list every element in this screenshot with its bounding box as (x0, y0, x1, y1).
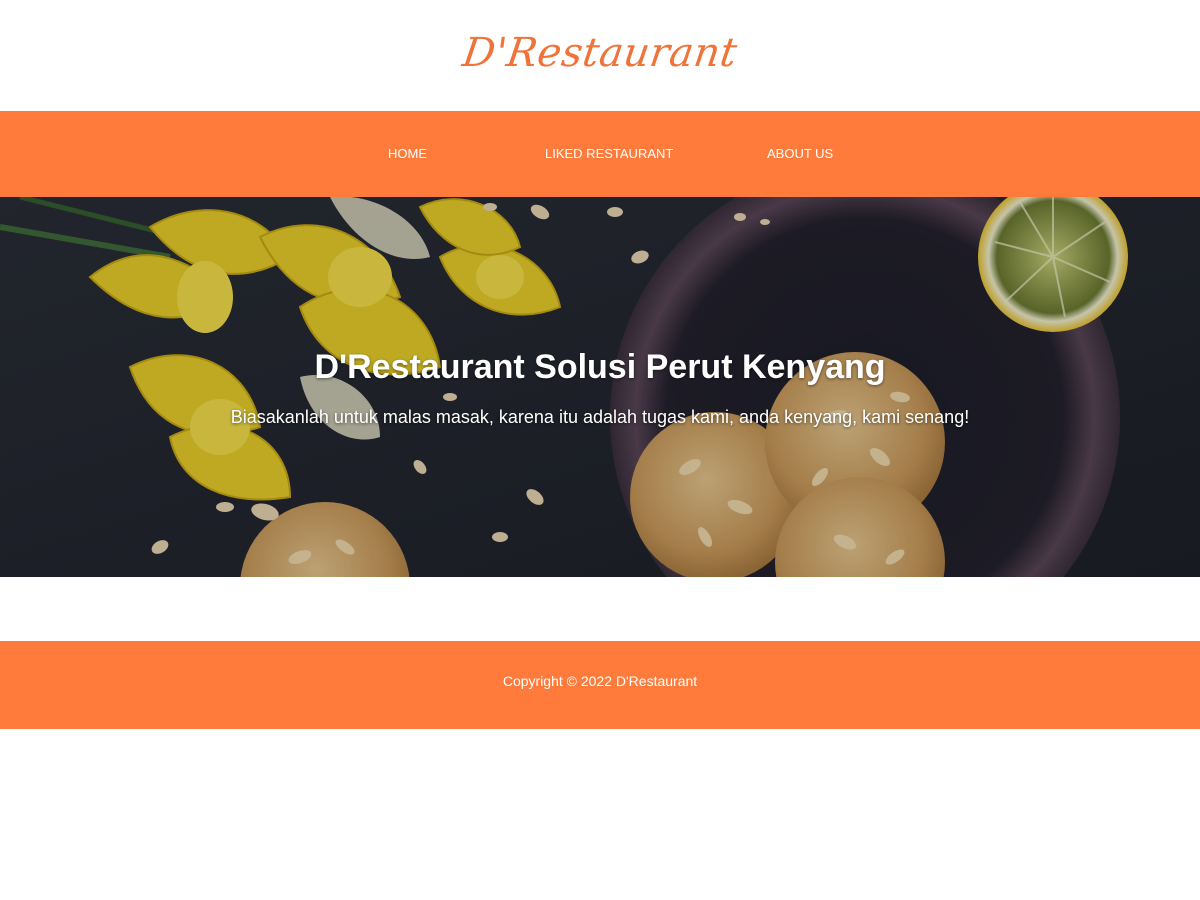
hero-title: D'Restaurant Solusi Perut Kenyang (314, 348, 886, 386)
copyright-text: Copyright © 2022 D'Restaurant (502, 673, 698, 689)
nav-link-liked-restaurant[interactable]: LIKED RESTAURANT (545, 111, 673, 197)
main-navigation: HOME LIKED RESTAURANT ABOUT US (0, 111, 1200, 197)
brand-logo[interactable]: D'Restaurant (0, 28, 1200, 78)
nav-link-home[interactable]: HOME (388, 111, 427, 197)
hero-tagline: Biasakanlah untuk malas masak, karena it… (230, 407, 970, 427)
site-header: D'Restaurant (0, 0, 1200, 111)
site-footer: Copyright © 2022 D'Restaurant (0, 641, 1200, 729)
hero-banner: D'Restaurant Solusi Perut Kenyang Biasak… (0, 197, 1200, 577)
nav-link-about-us[interactable]: ABOUT US (767, 111, 833, 197)
